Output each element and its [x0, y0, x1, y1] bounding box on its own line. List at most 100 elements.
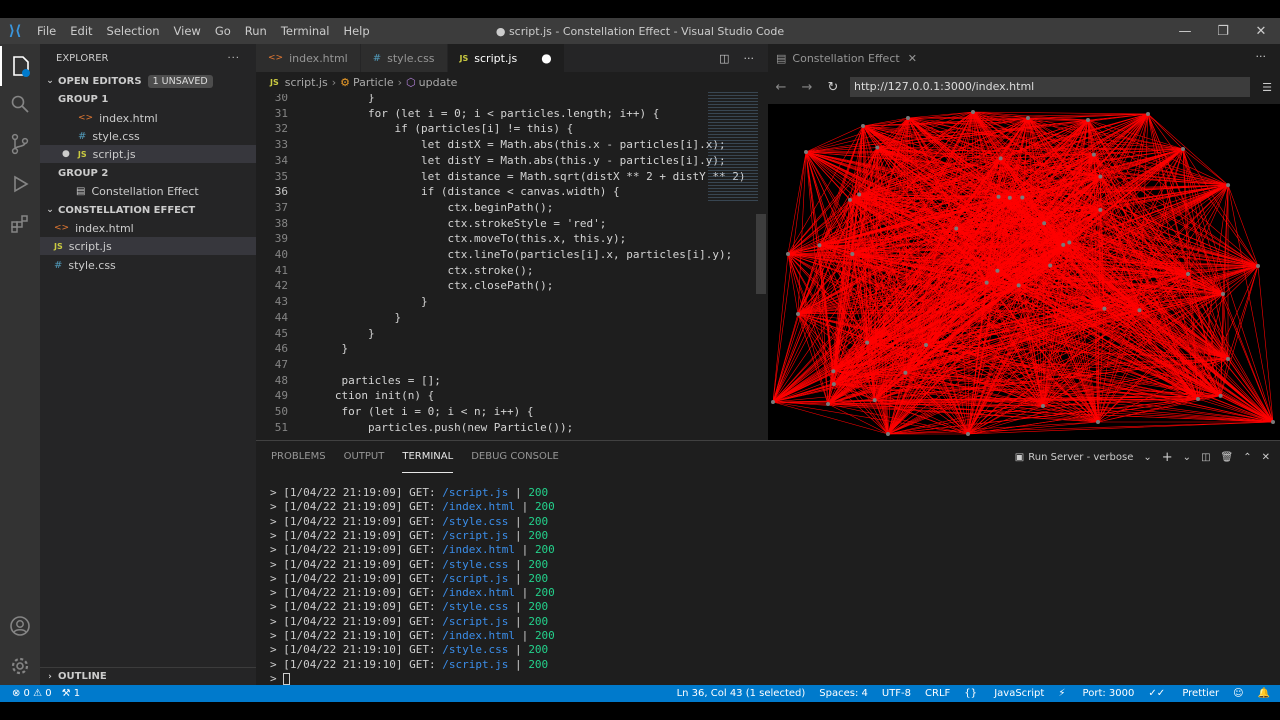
search-icon[interactable] — [0, 84, 40, 124]
url-bar[interactable]: http://127.0.0.1:3000/index.html — [850, 77, 1250, 97]
open-editor-index-html[interactable]: <> index.html — [40, 109, 256, 127]
editor-scrollbar[interactable] — [756, 214, 766, 294]
group-1-header[interactable]: GROUP 1 — [40, 90, 256, 108]
menu-go[interactable]: Go — [208, 24, 238, 38]
close-button[interactable]: ✕ — [1242, 18, 1280, 44]
project-section[interactable]: ⌄ CONSTELLATION EFFECT — [40, 201, 256, 219]
constellation-canvas[interactable] — [768, 104, 1280, 440]
explorer-icon[interactable] — [0, 46, 40, 86]
tab-script-js[interactable]: JS script.js ● — [447, 44, 565, 72]
code-line[interactable]: 46 } — [256, 341, 768, 357]
chevron-down-icon[interactable]: ⌄ — [1183, 452, 1191, 463]
code-line[interactable]: 39 ctx.moveTo(this.x, this.y); — [256, 231, 768, 247]
restore-button[interactable]: ❐ — [1204, 18, 1242, 44]
forward-arrow-icon[interactable]: → — [794, 80, 820, 95]
minimap[interactable] — [708, 92, 758, 202]
chevron-up-icon[interactable]: ⌃ — [1243, 452, 1251, 463]
more-actions-icon[interactable]: ··· — [1256, 50, 1267, 63]
code-line[interactable]: 32 if (particles[i] != this) { — [256, 121, 768, 137]
split-terminal-icon[interactable]: ◫ — [1201, 452, 1210, 463]
code-line[interactable]: 31 for (let i = 0; i < particles.length;… — [256, 106, 768, 122]
code-line[interactable]: 33 let distX = Math.abs(this.x - particl… — [256, 137, 768, 153]
cursor-position[interactable]: Ln 36, Col 43 (1 selected) — [677, 688, 806, 699]
close-tab-icon[interactable]: ✕ — [908, 52, 917, 65]
minimize-button[interactable]: — — [1166, 18, 1204, 44]
menu-selection[interactable]: Selection — [100, 24, 167, 38]
menu-view[interactable]: View — [167, 24, 208, 38]
trash-icon[interactable]: 🗑 — [1221, 452, 1234, 463]
open-editor-style-css[interactable]: # style.css — [40, 127, 256, 145]
code-line[interactable]: 30 } — [256, 94, 768, 106]
extensions-icon[interactable] — [0, 204, 40, 244]
group-2-header[interactable]: GROUP 2 — [40, 164, 256, 182]
more-actions-icon[interactable]: ··· — [744, 52, 755, 65]
end-of-line[interactable]: CRLF — [925, 688, 950, 699]
encoding[interactable]: UTF-8 — [882, 688, 911, 699]
menu-run[interactable]: Run — [238, 24, 274, 38]
unsaved-dot-icon[interactable]: ● — [541, 51, 551, 65]
language-mode[interactable]: {} JavaScript — [964, 688, 1044, 699]
code-line[interactable]: 36 if (distance < canvas.width) { — [256, 184, 768, 200]
code-line[interactable]: 51 particles.push(new Particle()); — [256, 420, 768, 436]
split-editor-icon[interactable]: ◫ — [719, 52, 729, 65]
code-line[interactable]: 38 ctx.strokeStyle = 'red'; — [256, 216, 768, 232]
code-line[interactable]: 48 particles = []; — [256, 373, 768, 389]
code-line[interactable]: 44 } — [256, 310, 768, 326]
menu-file[interactable]: File — [30, 24, 63, 38]
tab-constellation-effect[interactable]: ▤ Constellation Effect ✕ — [768, 44, 917, 72]
html-file-icon: <> — [268, 53, 284, 63]
code-line[interactable]: 40 ctx.lineTo(particles[i].x, particles[… — [256, 247, 768, 263]
panel-tab-problems[interactable]: PROBLEMS — [271, 441, 326, 473]
reload-icon[interactable]: ↻ — [820, 80, 846, 95]
breadcrumb-method[interactable]: update — [419, 76, 458, 89]
menu-edit[interactable]: Edit — [63, 24, 99, 38]
tab-index-html[interactable]: <> index.html — [256, 44, 361, 72]
task-selector[interactable]: Run Server - verbose — [1028, 452, 1133, 463]
notifications-bell-icon[interactable]: 🔔 — [1258, 688, 1270, 699]
run-debug-icon[interactable] — [0, 164, 40, 204]
menu-icon[interactable]: ☰ — [1262, 81, 1272, 94]
new-terminal-icon[interactable]: + — [1162, 450, 1173, 465]
code-line[interactable]: 37 ctx.beginPath(); — [256, 200, 768, 216]
outline-section[interactable]: › OUTLINE — [40, 667, 256, 685]
code-line[interactable]: 34 let distY = Math.abs(this.y - particl… — [256, 153, 768, 169]
close-panel-icon[interactable]: ✕ — [1262, 452, 1270, 463]
code-line[interactable]: 35 let distance = Math.sqrt(distX ** 2 +… — [256, 169, 768, 185]
code-line[interactable]: 45 } — [256, 326, 768, 342]
tree-item-style-css[interactable]: # style.css — [40, 256, 256, 274]
code-line[interactable]: 50 for (let i = 0; i < n; i++) { — [256, 404, 768, 420]
account-icon[interactable] — [0, 606, 40, 646]
problems-indicator[interactable]: ⊗ 0 ⚠ 0 — [12, 688, 52, 699]
code-line[interactable]: 43 } — [256, 294, 768, 310]
open-editors-section[interactable]: ⌄ OPEN EDITORS 1 UNSAVED — [40, 72, 256, 90]
particle — [971, 110, 975, 114]
menu-terminal[interactable]: Terminal — [274, 24, 337, 38]
open-editor-script-js[interactable]: ● JS script.js — [40, 145, 256, 163]
code-area[interactable]: 30 } 31 for (let i = 0; i < particles.len… — [256, 94, 768, 440]
back-arrow-icon[interactable]: ← — [768, 80, 794, 95]
panel-tab-output[interactable]: OUTPUT — [344, 441, 385, 473]
live-server-port[interactable]: ⚡ Port: 3000 — [1058, 688, 1134, 699]
breadcrumb-file[interactable]: script.js — [285, 76, 328, 89]
panel-tab-debug-console[interactable]: DEBUG CONSOLE — [471, 441, 559, 473]
tree-item-index-html[interactable]: <> index.html — [40, 219, 256, 237]
feedback-icon[interactable]: ☺ — [1233, 688, 1243, 699]
prettier-status[interactable]: ✓✓ Prettier — [1148, 688, 1219, 699]
code-line[interactable]: 41 ctx.stroke(); — [256, 263, 768, 279]
indentation[interactable]: Spaces: 4 — [819, 688, 868, 699]
particle — [872, 398, 877, 403]
menu-help[interactable]: Help — [336, 24, 376, 38]
tab-style-css[interactable]: # style.css — [360, 44, 448, 72]
breadcrumb-class[interactable]: Particle — [353, 76, 394, 89]
open-editor-preview[interactable]: ▤ Constellation Effect — [40, 182, 256, 200]
code-line[interactable]: 49 ction init(n) { — [256, 388, 768, 404]
tree-item-script-js[interactable]: JS script.js — [40, 237, 256, 255]
more-actions-icon[interactable]: ··· — [227, 53, 240, 64]
code-line[interactable]: 42 ctx.closePath(); — [256, 278, 768, 294]
chevron-down-icon[interactable]: ⌄ — [1143, 452, 1151, 463]
panel-tab-terminal[interactable]: TERMINAL — [402, 441, 454, 473]
ports-indicator[interactable]: ⚒ 1 — [62, 688, 91, 699]
source-control-icon[interactable] — [0, 124, 40, 164]
code-line[interactable]: 47 — [256, 357, 768, 373]
settings-gear-icon[interactable] — [0, 646, 40, 686]
